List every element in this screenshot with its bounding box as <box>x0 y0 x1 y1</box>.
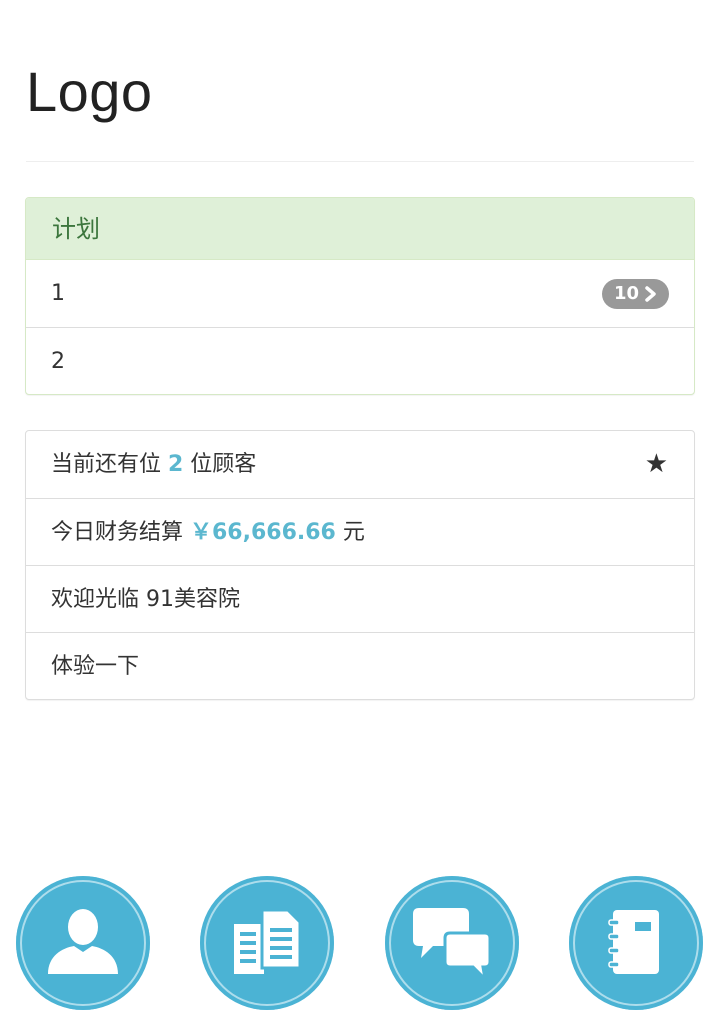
footer-nav <box>0 876 720 1010</box>
count-badge[interactable]: 10 <box>601 279 669 309</box>
finance-suffix: 元 <box>335 520 365 545</box>
plan-panel-title: 计划 <box>26 198 694 260</box>
chat-button[interactable] <box>385 876 519 1010</box>
plan-item-1[interactable]: 1 10 <box>26 260 694 327</box>
customers-row[interactable]: 当前还有位 2 位顾客 ★ <box>26 431 694 498</box>
plan-item-2[interactable]: 2 <box>26 327 694 394</box>
info-panel: 当前还有位 2 位顾客 ★ 今日财务结算 ￥66,666.66 元 欢迎光临 9… <box>25 430 695 700</box>
finance-prefix: 今日财务结算 <box>51 520 190 545</box>
badge-count: 10 <box>613 283 639 304</box>
documents-button[interactable] <box>200 876 334 1010</box>
plan-panel: 计划 1 10 2 <box>25 197 695 395</box>
notebook-button[interactable] <box>569 876 703 1010</box>
welcome-text: 欢迎光临 91美容院 <box>51 587 240 612</box>
star-icon[interactable]: ★ <box>645 431 668 498</box>
logo: Logo <box>26 60 153 123</box>
finance-amount: ￥66,666.66 <box>190 520 336 545</box>
chat-icon <box>413 908 492 984</box>
header-divider <box>26 161 694 162</box>
customers-prefix: 当前还有位 <box>51 452 168 477</box>
user-icon <box>48 909 118 974</box>
welcome-row[interactable]: 欢迎光临 91美容院 <box>26 565 694 632</box>
finance-row[interactable]: 今日财务结算 ￥66,666.66 元 <box>26 498 694 565</box>
customer-count: 2 <box>168 452 184 477</box>
plan-item-label: 1 <box>51 281 65 306</box>
customers-suffix: 位顾客 <box>183 452 257 477</box>
try-text: 体验一下 <box>51 654 140 679</box>
try-row[interactable]: 体验一下 <box>26 632 694 699</box>
plan-item-label: 2 <box>51 349 65 374</box>
documents-icon <box>234 908 302 974</box>
notebook-icon <box>608 910 659 974</box>
user-button[interactable] <box>16 876 150 1010</box>
chevron-right-icon <box>645 286 656 302</box>
